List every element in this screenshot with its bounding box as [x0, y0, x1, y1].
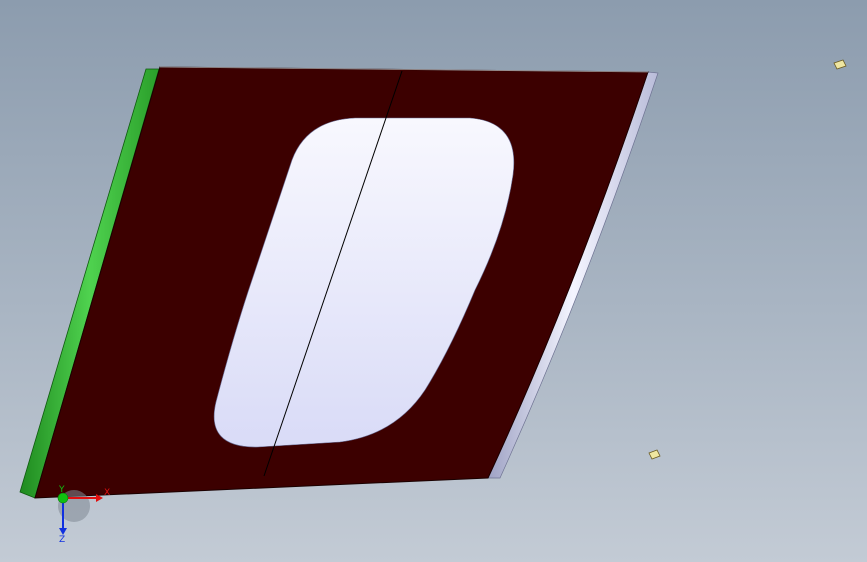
marker-top-right[interactable] — [833, 59, 847, 70]
y-axis-label: Y — [58, 485, 65, 495]
3d-viewport[interactable]: X Y Z — [0, 0, 867, 562]
x-axis-label: X — [104, 488, 110, 498]
z-axis-arrow — [59, 528, 67, 535]
marker-bottom-right[interactable] — [648, 449, 661, 460]
z-axis-label: Z — [59, 535, 65, 545]
model-scene[interactable]: X Y Z — [0, 0, 867, 562]
